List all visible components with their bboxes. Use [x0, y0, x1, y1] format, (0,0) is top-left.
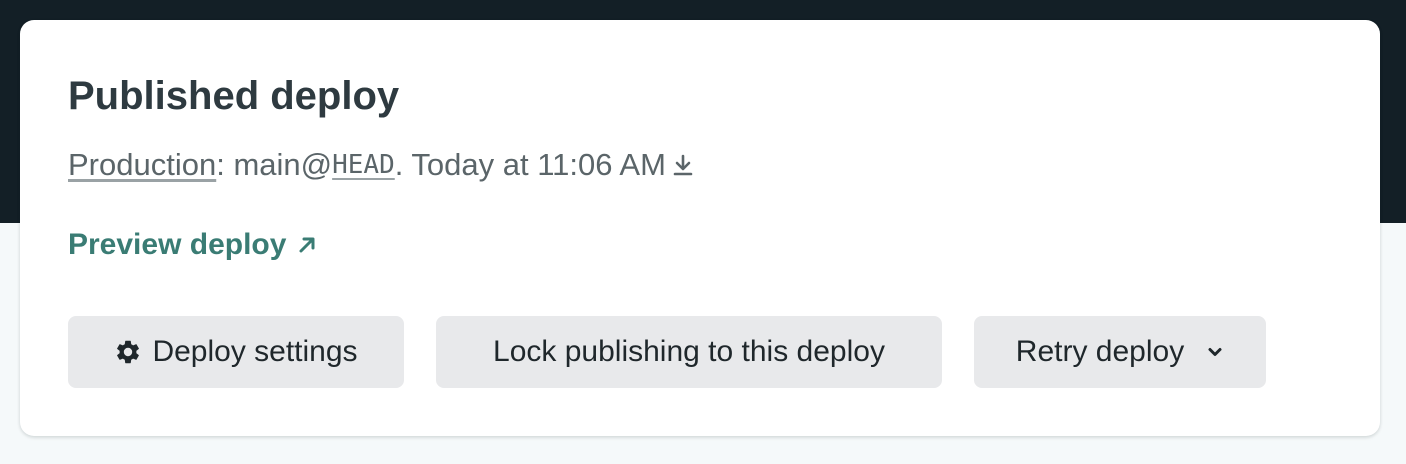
preview-deploy-label: Preview deploy: [68, 228, 287, 261]
chevron-down-icon: [1206, 343, 1224, 361]
external-arrow-icon: [296, 234, 318, 256]
published-deploy-card: Published deploy Production : main@ HEAD…: [20, 20, 1380, 436]
branch-name: main@: [233, 147, 333, 182]
deploy-meta: Production : main@ HEAD . Today at 11:06…: [68, 146, 694, 184]
preview-deploy-link[interactable]: Preview deploy: [68, 226, 318, 264]
deploy-timestamp: . Today at 11:06 AM: [394, 147, 666, 182]
commit-ref-link[interactable]: HEAD: [332, 146, 395, 184]
card-title: Published deploy: [68, 74, 400, 118]
retry-deploy-button[interactable]: Retry deploy: [974, 316, 1266, 388]
lock-publishing-label: Lock publishing to this deploy: [493, 335, 885, 368]
gear-icon: [114, 338, 142, 366]
deploy-settings-label: Deploy settings: [152, 335, 358, 368]
retry-deploy-label: Retry deploy: [1015, 335, 1185, 368]
download-icon[interactable]: [672, 153, 694, 177]
lock-publishing-button[interactable]: Lock publishing to this deploy: [436, 316, 942, 388]
meta-separator: :: [216, 147, 234, 182]
deploy-settings-button[interactable]: Deploy settings: [68, 316, 404, 388]
production-context-link[interactable]: Production: [68, 146, 216, 184]
